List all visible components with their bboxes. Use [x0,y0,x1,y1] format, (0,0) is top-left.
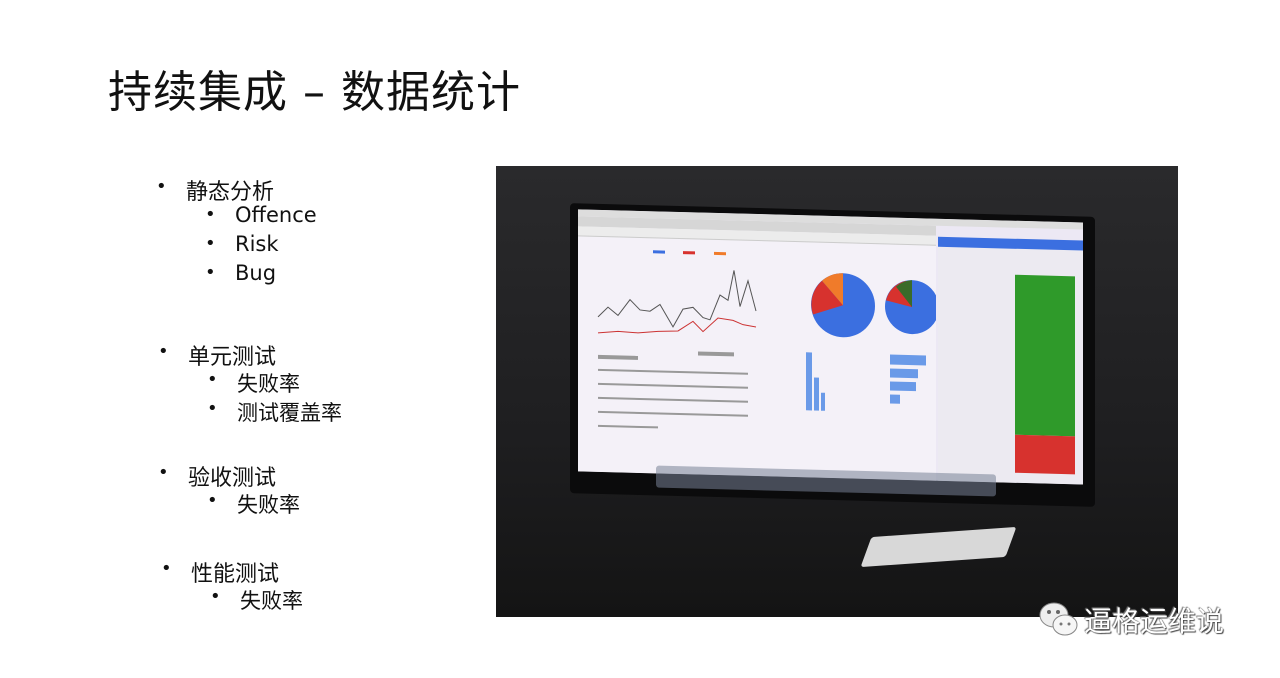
bullet-unit-test: 单元测试 [158,339,276,371]
sub-bullet: 失败率 [210,585,303,615]
keyboard [860,526,1017,568]
bullet-static-analysis: 静态分析 [156,174,274,206]
dashboard-graphic [597,250,939,429]
bullet-performance-test: 性能测试 [161,556,279,588]
sub-bullet: Bug [205,261,276,285]
red-status-list [1015,434,1075,475]
bullet-acceptance-test: 验收测试 [158,460,276,492]
wechat-icon [1039,602,1078,636]
watermark: 逼格运维说 [1038,600,1224,640]
sub-bullet: Offence [205,203,317,227]
dashboard-monitor-photo [496,166,1178,617]
slide-title: 持续集成 – 数据统计 [108,67,521,118]
sub-bullet: 失败率 [207,489,300,519]
green-status-list [1015,274,1075,437]
watermark-text: 逼格运维说 [1084,605,1225,638]
sub-bullet: 失败率 [207,368,300,398]
sub-bullet: 测试覆盖率 [207,397,342,427]
browser-window [578,216,939,481]
monitor-screen [578,209,1083,485]
second-window [938,236,1083,485]
monitor [570,203,1095,507]
sub-bullet: Risk [205,232,278,256]
window-header [938,236,1083,251]
